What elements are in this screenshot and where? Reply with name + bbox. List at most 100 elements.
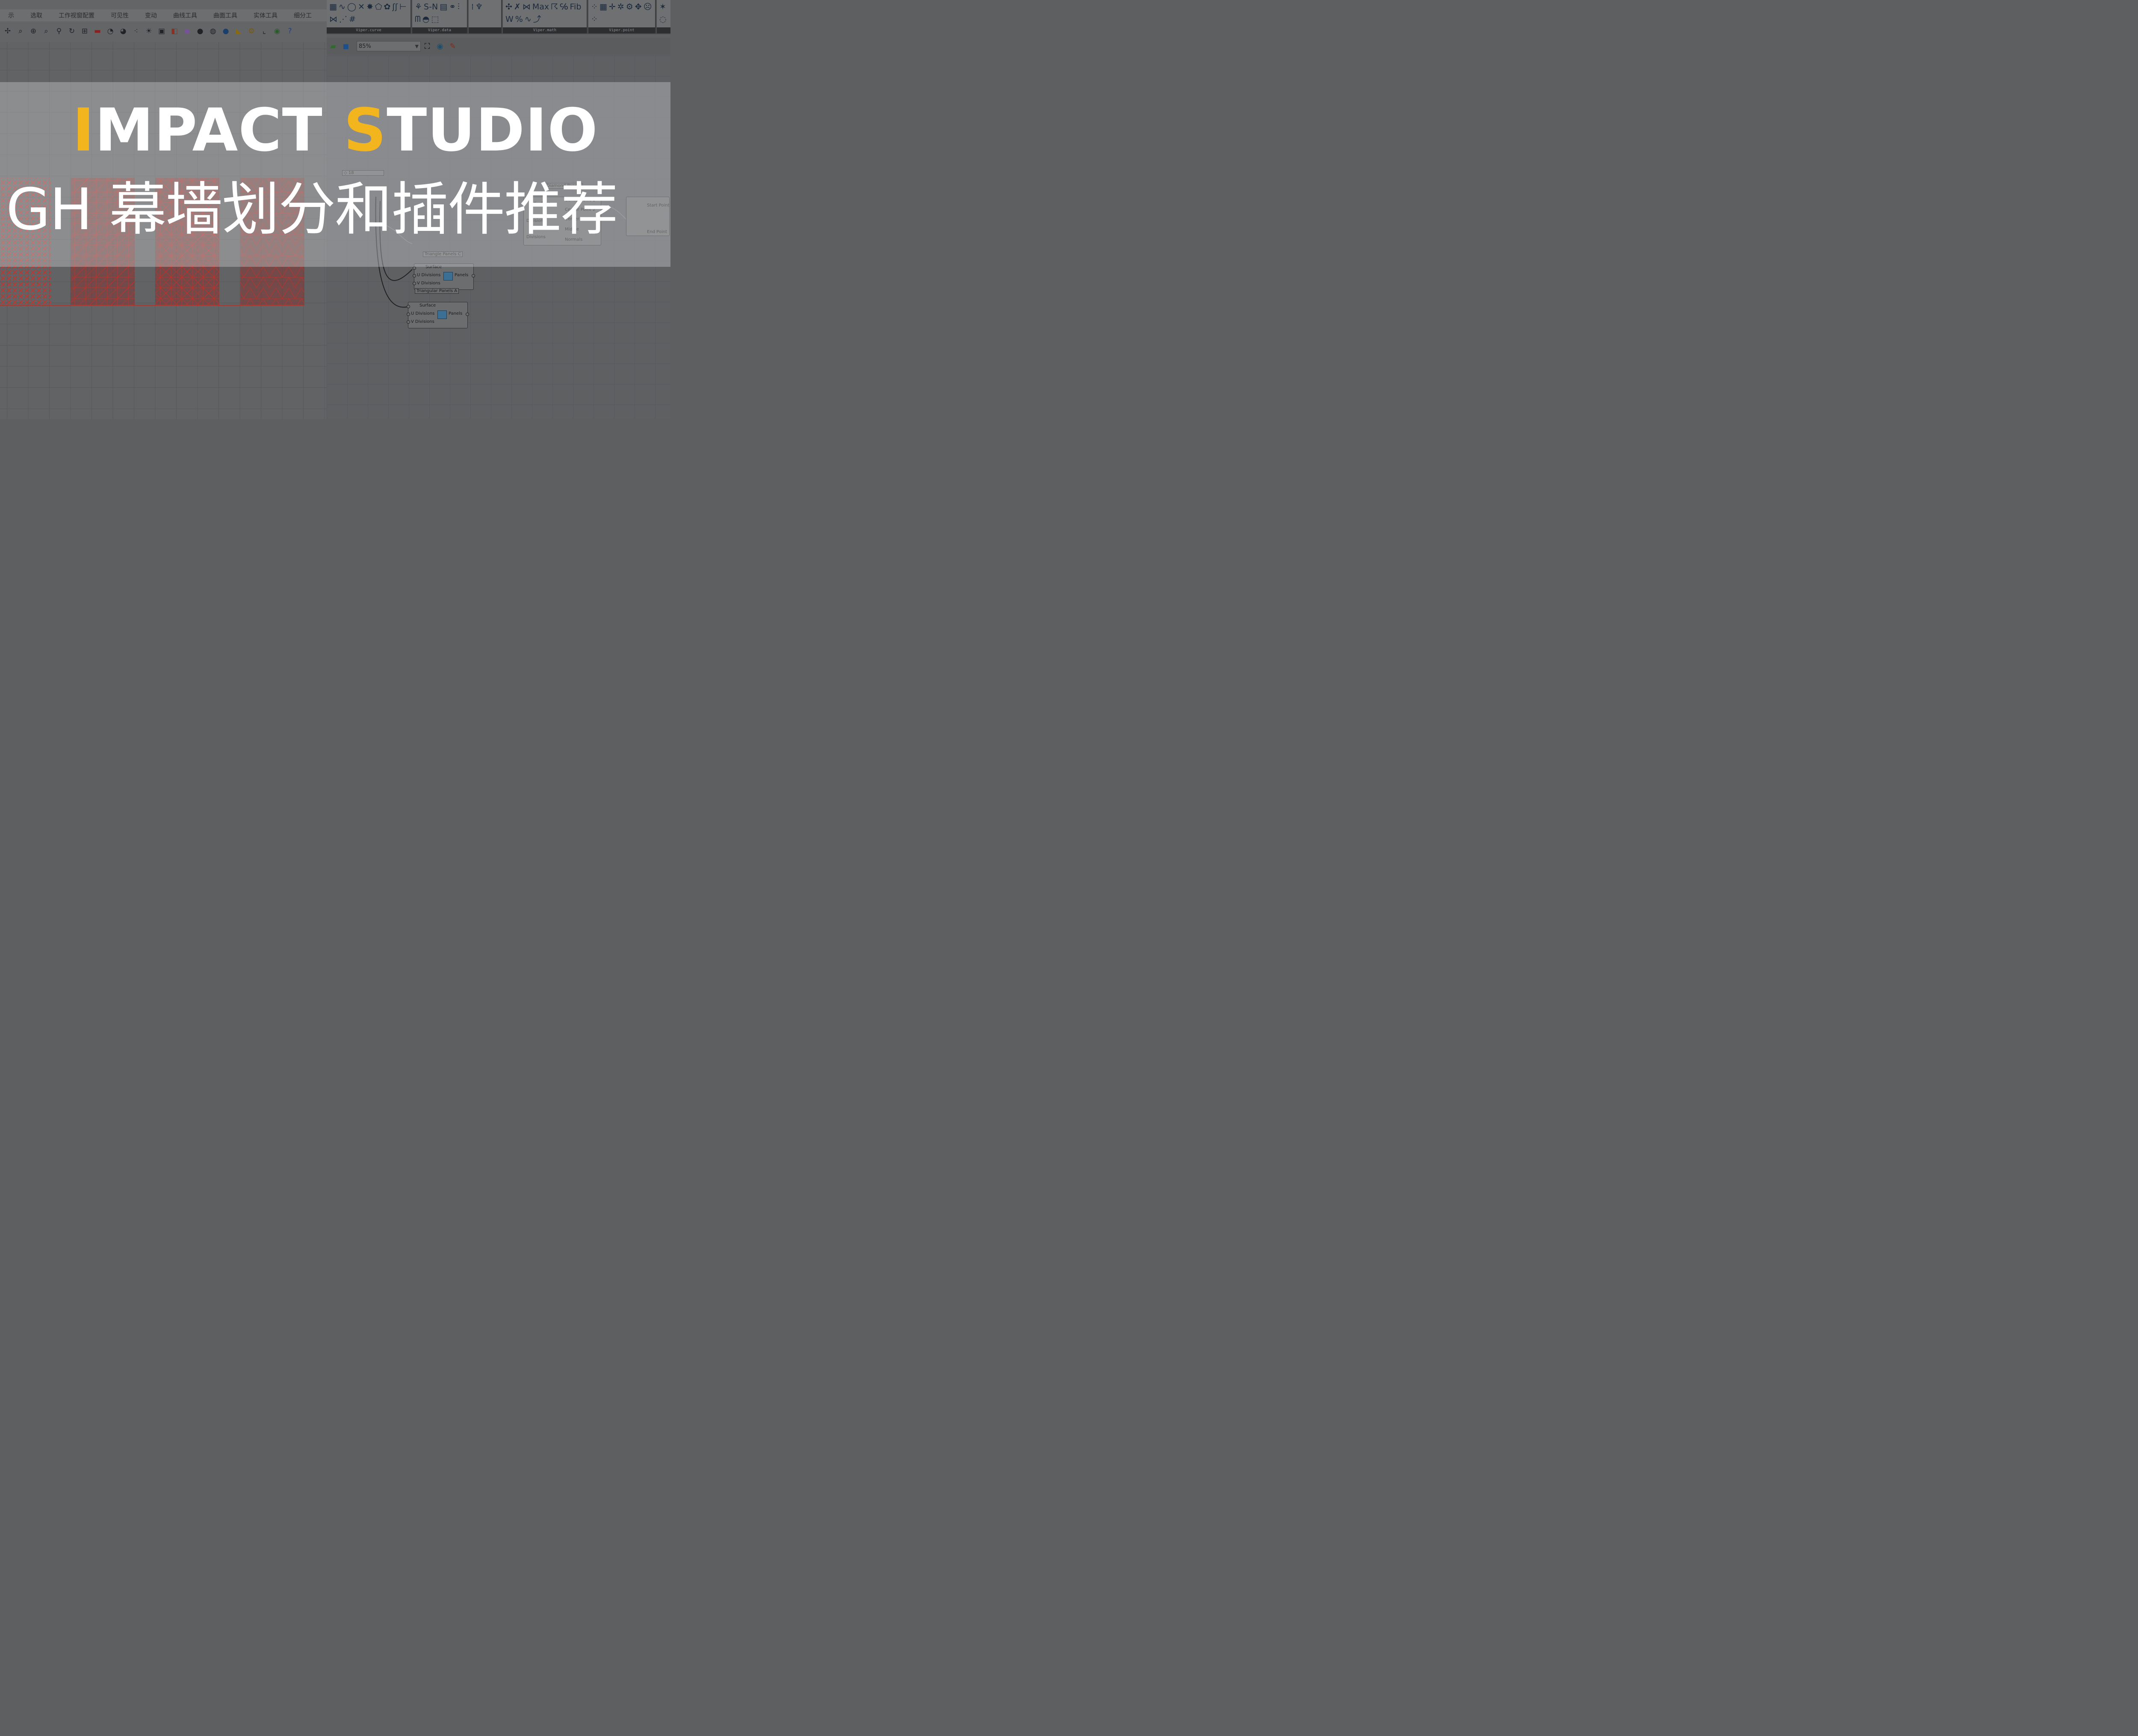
ribbon-tool-icon[interactable]: Fib <box>570 1 582 13</box>
ribbon-group-extra: ✶ ◌ <box>657 0 670 33</box>
ribbon-tool-icon[interactable]: Max <box>532 1 549 13</box>
ribbon-group-label: Viper.point <box>588 27 655 33</box>
ribbon-tool-icon[interactable]: ✲ <box>617 1 624 13</box>
input-label: U Divisions <box>417 273 441 278</box>
ribbon-tool-icon[interactable]: ⋰ <box>339 13 347 25</box>
ribbon-tool-icon[interactable]: ⁘ <box>591 13 598 25</box>
ribbon-group-label <box>469 27 501 33</box>
gh-component-triangular-panels-b[interactable]: Surface U Divisions V Divisions Panels <box>407 302 469 328</box>
menu-item-surface-tools[interactable]: 曲面工具 <box>205 11 245 20</box>
brush-icon[interactable]: ✎ <box>446 40 459 53</box>
ribbon-tool-icon[interactable]: ⚙ <box>626 1 633 13</box>
globe-icon[interactable]: ◉ <box>271 25 283 37</box>
color-wheel-icon[interactable]: ◉ <box>181 25 193 37</box>
input-label: Surface <box>419 303 436 308</box>
ribbon-tool-icon[interactable]: % <box>515 13 523 25</box>
menu-item-visibility[interactable]: 可见性 <box>103 11 137 20</box>
light-bulb-icon[interactable]: ☀ <box>143 25 155 37</box>
ribbon-group-data: ⚘ S-N ▤ ⚭ ⫶ ᗰ ◓ ⬚ Viper.data <box>412 0 468 33</box>
ribbon-tool-icon[interactable]: ⤴ <box>533 13 541 25</box>
menu-item-subd-tools[interactable]: 细分工 <box>286 11 320 20</box>
layer-icon[interactable]: ◧ <box>168 25 180 37</box>
ribbon-tool-icon[interactable]: ⬠ <box>375 1 382 13</box>
gear-icon[interactable]: ⚙ <box>245 25 257 37</box>
four-viewports-icon[interactable]: ⊞ <box>79 25 91 37</box>
hide-icon[interactable]: ◔ <box>104 25 116 37</box>
ribbon-tool-icon[interactable]: ◌ <box>659 13 667 25</box>
ribbon-tool-icon[interactable]: ✶ <box>659 1 666 13</box>
subtitle: GH 幕墙划分和插件推荐 <box>6 176 618 243</box>
ribbon-tool-icon[interactable]: ✗ <box>514 1 521 13</box>
ribbon-group-misc: ⁞ ♆ <box>469 0 502 33</box>
ribbon-tool-icon[interactable]: ⚘ <box>415 1 422 13</box>
menu-item-solid-tools[interactable]: 实体工具 <box>245 11 286 20</box>
ribbon-tool-icon[interactable]: ℅ <box>560 1 568 13</box>
ribbon-tool-icon[interactable]: ✕ <box>358 1 365 13</box>
chevron-down-icon: ▼ <box>415 44 419 49</box>
ribbon-tool-icon[interactable]: ◯ <box>347 1 356 13</box>
ribbon-tool-icon[interactable]: ✿ <box>384 1 391 13</box>
zoom-extents-icon[interactable]: ⛶ <box>421 40 434 53</box>
ribbon-tool-icon[interactable]: ∿ <box>525 13 532 25</box>
menu-item-select[interactable]: 选取 <box>22 11 50 20</box>
ribbon-tool-icon[interactable]: ✥ <box>635 1 642 13</box>
ribbon-group-curve: ▦ ∿ ◯ ✕ ✸ ⬠ ✿ ʃʃ ⊢ ⋈ ⋰ # Viper.curve <box>327 0 411 33</box>
ribbon-tool-icon[interactable]: # <box>349 13 356 25</box>
eye-icon[interactable]: ◉ <box>434 40 446 53</box>
menu-item-curve-tools[interactable]: 曲线工具 <box>165 11 205 20</box>
rotate-view-icon[interactable]: ↻ <box>66 25 78 37</box>
ribbon-tool-icon[interactable]: ◓ <box>422 13 430 25</box>
ribbon-tool-icon[interactable]: ☹ <box>644 1 652 13</box>
headline-text-mpact: MPACT <box>94 96 344 165</box>
menu-item-display[interactable]: 示 <box>0 11 22 20</box>
ribbon-tool-icon[interactable]: ⁞ <box>471 1 474 13</box>
gh-component-triangular-panels-a[interactable]: Surface U Divisions V Divisions Panels <box>413 263 475 290</box>
ribbon-tool-icon[interactable]: ✛ <box>609 1 616 13</box>
ribbon-tool-icon[interactable]: ⚭ <box>449 1 456 13</box>
zoom-extents-icon[interactable]: ⌕ <box>40 25 52 37</box>
ribbon-tool-icon[interactable]: ⬚ <box>431 13 439 25</box>
ribbon-tool-icon[interactable]: ∿ <box>339 1 346 13</box>
analysis-icon[interactable]: ◣ <box>233 25 245 37</box>
car-icon[interactable]: ▬ <box>92 25 103 37</box>
material-sphere-icon[interactable]: ◍ <box>207 25 219 37</box>
help-icon[interactable]: ? <box>284 25 296 37</box>
ribbon-tool-icon[interactable]: ⋈ <box>329 13 337 25</box>
ribbon-tool-icon[interactable]: ⫶ <box>458 1 460 13</box>
ribbon-tool-icon[interactable]: ▤ <box>440 1 447 13</box>
lock-icon[interactable]: ▣ <box>156 25 168 37</box>
ribbon-tool-icon[interactable]: S-N <box>424 1 438 13</box>
zoom-select[interactable]: 85% ▼ <box>357 41 421 51</box>
input-label: V Divisions <box>411 319 434 324</box>
ribbon-tool-icon[interactable]: ᗰ <box>415 13 421 25</box>
headline-accent-s: S <box>343 96 387 165</box>
ribbon-tool-icon[interactable]: ʃʃ <box>392 1 398 13</box>
points-on-icon[interactable]: ⁖ <box>130 25 142 37</box>
show-icon[interactable]: ◕ <box>117 25 129 37</box>
render-sphere-icon[interactable]: ● <box>194 25 206 37</box>
menu-item-transform[interactable]: 变动 <box>137 11 165 20</box>
ribbon-tool-icon[interactable]: ⋈ <box>523 1 531 13</box>
environment-icon[interactable]: ● <box>220 25 232 37</box>
output-label: Panels <box>455 273 469 278</box>
ribbon-tool-icon[interactable]: ⁘ <box>591 1 598 13</box>
ribbon-tool-icon[interactable]: ☈ <box>551 1 558 13</box>
zoom-window-icon[interactable]: ⊕ <box>27 25 39 37</box>
dimension-icon[interactable]: ⌞ <box>258 25 270 37</box>
ribbon-tool-icon[interactable]: W <box>505 13 514 25</box>
ribbon-tool-icon[interactable]: ▦ <box>599 1 607 13</box>
ribbon-tool-icon[interactable]: ♆ <box>475 1 483 13</box>
menu-item-viewport-layout[interactable]: 工作视窗配置 <box>50 11 103 20</box>
zoom-icon[interactable]: ⌕ <box>15 25 27 37</box>
panels-icon <box>443 272 453 280</box>
ribbon-tool-icon[interactable]: ✣ <box>505 1 512 13</box>
headline-accent-i: I <box>72 96 95 165</box>
move-icon[interactable]: ✢ <box>2 25 14 37</box>
zoom-selected-icon[interactable]: ⚲ <box>53 25 65 37</box>
ribbon-tool-icon[interactable]: ▦ <box>329 1 337 13</box>
ribbon-tool-icon[interactable]: ✸ <box>366 1 373 13</box>
save-icon[interactable]: ◼ <box>340 40 352 53</box>
ribbon-tool-icon[interactable]: ⊢ <box>399 1 407 13</box>
ribbon-group-label: Viper.math <box>503 27 587 33</box>
open-icon[interactable]: ▰ <box>327 40 340 53</box>
